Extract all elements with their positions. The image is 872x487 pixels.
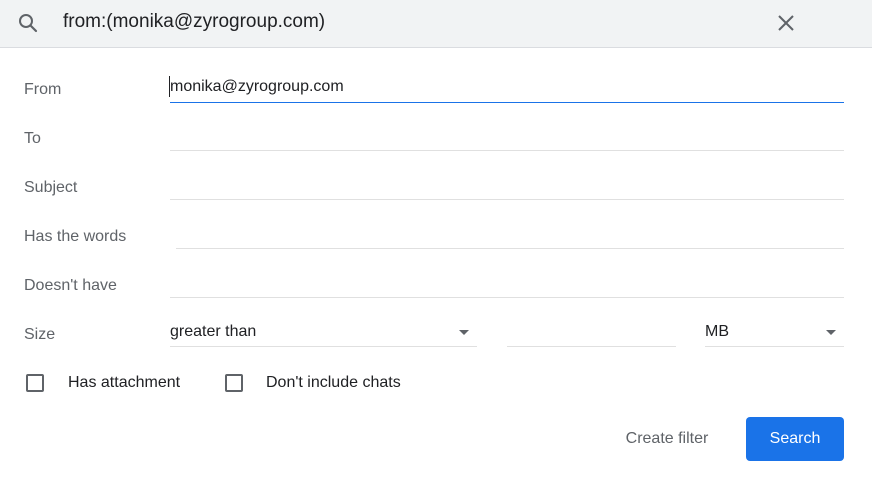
doesnt-have-field[interactable] <box>170 270 844 298</box>
size-comparator-select[interactable]: greater than <box>170 319 477 347</box>
size-label: Size <box>24 326 56 343</box>
create-filter-button[interactable]: Create filter <box>603 417 731 461</box>
to-field[interactable] <box>170 123 844 151</box>
has-attachment-label[interactable]: Has attachment <box>68 373 180 393</box>
to-label: To <box>24 130 41 147</box>
search-query[interactable]: from:(monika@zyrogroup.com) <box>63 10 325 34</box>
dropdown-arrow-icon <box>459 330 469 335</box>
from-value: monika@zyrogroup.com <box>170 78 344 95</box>
close-icon[interactable] <box>773 10 799 36</box>
size-unit-select[interactable]: MB <box>705 319 844 347</box>
from-field[interactable]: monika@zyrogroup.com <box>169 75 844 103</box>
size-value-field[interactable] <box>507 319 676 347</box>
dont-include-chats-checkbox[interactable] <box>225 374 243 392</box>
search-bar: from:(monika@zyrogroup.com) <box>0 0 872 48</box>
search-button[interactable]: Search <box>746 417 844 461</box>
search-icon[interactable] <box>16 11 40 35</box>
advanced-search-form: From monika@zyrogroup.com To Subject Has… <box>0 48 872 487</box>
subject-label: Subject <box>24 179 78 196</box>
has-words-label: Has the words <box>24 228 127 245</box>
from-label: From <box>24 81 62 98</box>
dont-include-chats-label[interactable]: Don't include chats <box>266 373 401 393</box>
dropdown-arrow-icon <box>826 330 836 335</box>
subject-field[interactable] <box>170 172 844 200</box>
has-attachment-checkbox[interactable] <box>26 374 44 392</box>
doesnt-have-label: Doesn't have <box>24 277 117 294</box>
size-unit-value: MB <box>705 323 729 340</box>
size-comparator-value: greater than <box>170 323 257 340</box>
has-words-field[interactable] <box>176 221 844 249</box>
